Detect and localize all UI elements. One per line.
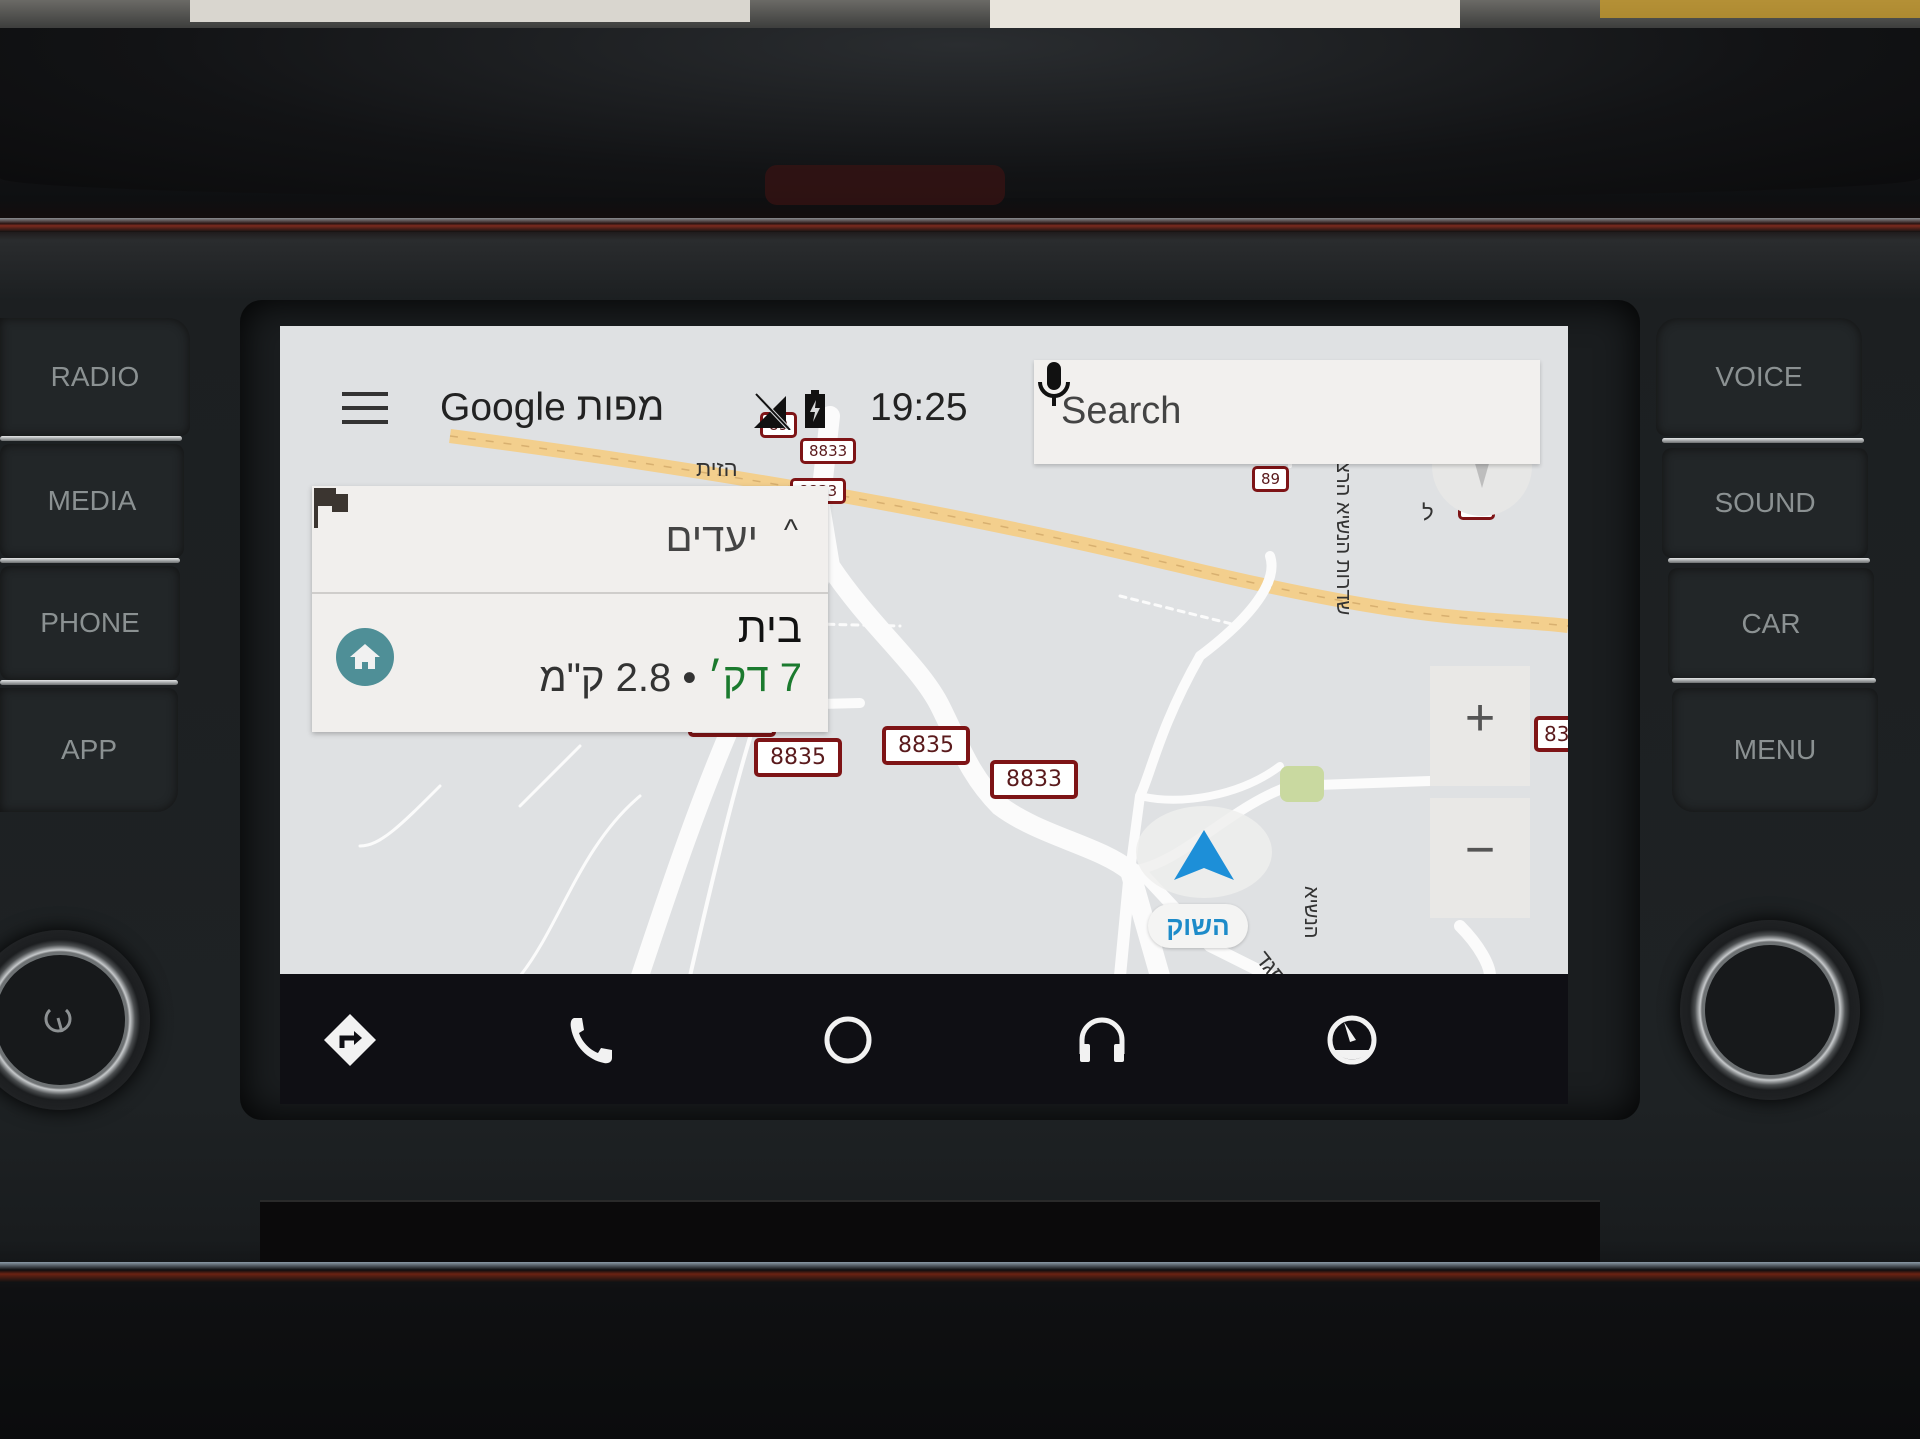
background-window xyxy=(190,0,750,22)
map-label: הזית xyxy=(696,456,738,481)
flag-icon xyxy=(314,488,348,528)
power-volume-knob[interactable] xyxy=(0,930,150,1110)
microphone-icon[interactable] xyxy=(1034,360,1074,410)
phone-icon xyxy=(570,1018,612,1064)
sound-button[interactable]: SOUND xyxy=(1662,448,1868,558)
road-shield: 8835 xyxy=(754,738,842,777)
search-placeholder: Search xyxy=(1061,390,1182,432)
car-button[interactable]: CAR xyxy=(1668,568,1874,680)
nav-exit-button[interactable] xyxy=(1320,1008,1384,1072)
background-sign xyxy=(1600,0,1920,18)
vehicle-exit-icon xyxy=(1327,1015,1377,1065)
directions-icon xyxy=(324,1014,376,1066)
no-signal-icon xyxy=(754,393,791,430)
app-button[interactable]: APP xyxy=(0,688,178,812)
park-area xyxy=(1280,766,1324,802)
button-divider xyxy=(0,680,178,685)
nav-media-button[interactable] xyxy=(1070,1008,1134,1072)
knob-ring xyxy=(1702,942,1838,1078)
home-destination-badge xyxy=(336,628,394,686)
road-shield: 89 xyxy=(1252,466,1290,492)
app-title: Google מפות xyxy=(440,386,665,429)
nav-home-button[interactable] xyxy=(816,1008,880,1072)
menu-button[interactable]: MENU xyxy=(1672,688,1878,812)
phone-hw-button[interactable]: PHONE xyxy=(0,566,180,680)
power-icon xyxy=(44,1008,72,1033)
navigation-arrow-icon xyxy=(1174,830,1234,880)
destinations-card: יעדים ^ בית 7 דק׳ • 2.8 ק"מ xyxy=(312,486,828,732)
map-label: שדרות הנשיא הרצ xyxy=(1332,462,1354,616)
background-window xyxy=(990,0,1460,28)
destinations-title: יעדים xyxy=(665,516,758,560)
menu-button[interactable] xyxy=(342,392,388,426)
destination-eta: 7 דק׳ xyxy=(707,656,802,700)
home-icon xyxy=(350,644,380,669)
minus-icon: − xyxy=(1464,821,1496,879)
road-shield: 8833 xyxy=(990,760,1078,799)
chevron-up-icon[interactable]: ^ xyxy=(784,514,798,548)
cd-slot xyxy=(260,1200,1600,1262)
current-location-label[interactable]: השוק xyxy=(1148,904,1248,948)
button-divider xyxy=(0,436,182,441)
meta-separator: • xyxy=(682,656,697,700)
status-time: 19:25 xyxy=(870,386,968,429)
button-divider xyxy=(0,558,180,563)
zoom-in-button[interactable]: + xyxy=(1430,666,1530,786)
destinations-header[interactable]: יעדים ^ xyxy=(312,486,828,594)
radio-button[interactable]: RADIO xyxy=(0,318,190,436)
destination-distance: 2.8 ק"מ xyxy=(539,656,672,700)
voice-button[interactable]: VOICE xyxy=(1656,318,1862,436)
android-auto-screen: השוק 89 89 89 8833 8833 8833 8833 8835 8… xyxy=(280,326,1568,1104)
destination-item-home[interactable]: בית 7 דק׳ • 2.8 ק"מ xyxy=(312,594,828,732)
battery-charging-icon xyxy=(805,390,825,428)
destination-name: בית xyxy=(737,604,802,651)
tune-knob[interactable] xyxy=(1680,920,1860,1100)
chrome-trim xyxy=(0,218,1920,232)
destination-meta: 7 דק׳ • 2.8 ק"מ xyxy=(539,656,802,701)
hamburger-line xyxy=(342,406,388,410)
plus-icon: + xyxy=(1464,689,1496,747)
road-shield: 8835 xyxy=(882,726,970,765)
hazard-indicator xyxy=(765,165,1005,205)
road-shield: 8833 xyxy=(800,438,857,464)
map-label: הנשיא xyxy=(1300,886,1322,939)
media-button[interactable]: MEDIA xyxy=(0,444,184,558)
road-shield: 835 xyxy=(1534,716,1568,752)
home-circle-icon xyxy=(824,1016,872,1064)
button-divider xyxy=(1672,678,1876,683)
button-divider xyxy=(1662,438,1864,443)
zoom-out-button[interactable]: − xyxy=(1430,798,1530,918)
chrome-trim-lower xyxy=(0,1262,1920,1282)
search-input[interactable]: Search xyxy=(1034,360,1540,464)
android-auto-nav-bar xyxy=(280,974,1568,1104)
nav-phone-button[interactable] xyxy=(560,1008,624,1072)
button-divider xyxy=(1668,558,1870,563)
hamburger-line xyxy=(342,392,388,396)
map-view[interactable]: השוק 89 89 89 8833 8833 8833 8833 8835 8… xyxy=(280,326,1568,974)
nav-navigation-button[interactable] xyxy=(318,1008,382,1072)
headphones-icon xyxy=(1079,1017,1125,1062)
hamburger-line xyxy=(342,420,388,424)
